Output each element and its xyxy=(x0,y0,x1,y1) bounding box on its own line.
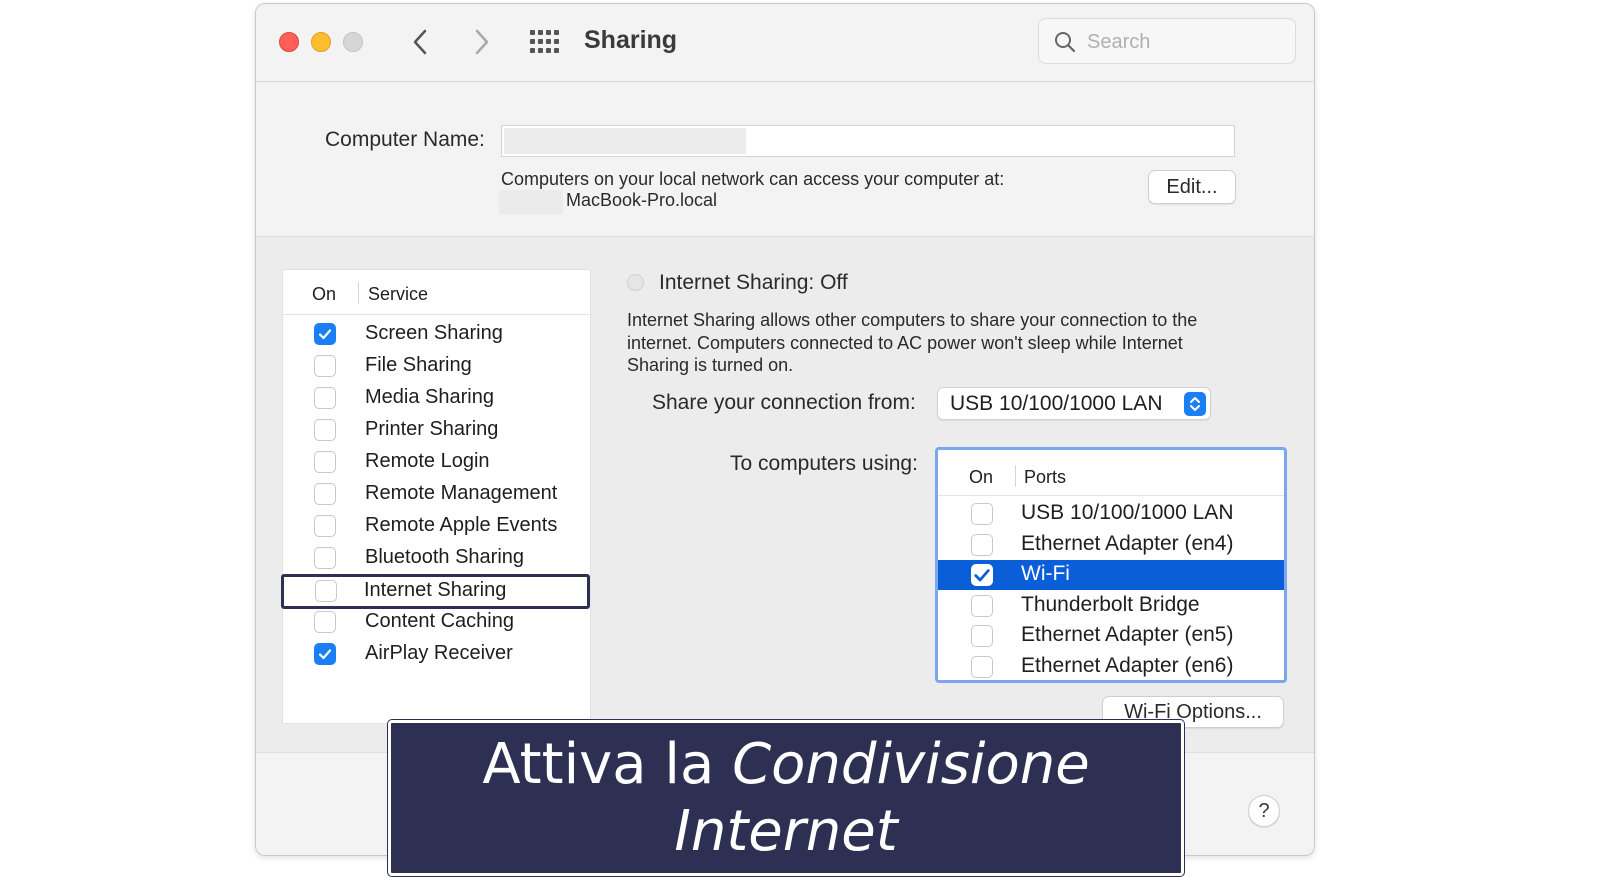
port-row-wi-fi[interactable]: Wi-Fi xyxy=(938,560,1284,590)
port-row-ethernet-adapter-en5[interactable]: Ethernet Adapter (en5) xyxy=(938,621,1284,651)
port-label: Thunderbolt Bridge xyxy=(1021,592,1200,616)
column-header-on[interactable]: On xyxy=(969,467,993,488)
port-row-thunderbolt-bridge[interactable]: Thunderbolt Bridge xyxy=(938,591,1284,621)
help-button[interactable]: ? xyxy=(1248,795,1280,827)
port-label: USB 10/100/1000 LAN xyxy=(1021,501,1234,524)
service-checkbox[interactable] xyxy=(314,515,336,537)
service-label: Remote Apple Events xyxy=(365,514,558,536)
service-label: Screen Sharing xyxy=(365,322,503,344)
port-checkbox[interactable] xyxy=(971,655,993,678)
port-checkbox[interactable] xyxy=(971,594,993,617)
service-label: AirPlay Receiver xyxy=(365,642,513,664)
service-checkbox[interactable] xyxy=(314,355,336,377)
service-checkbox[interactable] xyxy=(314,643,336,665)
search-input[interactable] xyxy=(1087,27,1282,57)
service-row-airplay-receiver[interactable]: AirPlay Receiver xyxy=(283,638,590,670)
service-label: Remote Login xyxy=(365,450,490,472)
service-row-remote-apple-events[interactable]: Remote Apple Events xyxy=(283,510,590,542)
to-computers-label: To computers using: xyxy=(730,452,918,475)
computer-name-field[interactable] xyxy=(501,125,1235,157)
internet-sharing-status: Internet Sharing: Off xyxy=(659,271,848,294)
service-row-printer-sharing[interactable]: Printer Sharing xyxy=(283,414,590,446)
service-checkbox[interactable] xyxy=(315,580,337,602)
service-checkbox[interactable] xyxy=(314,547,336,569)
port-label: Ethernet Adapter (en4) xyxy=(1021,531,1234,555)
minimize-window-button[interactable] xyxy=(311,32,331,52)
internet-sharing-description: Internet Sharing allows other computers … xyxy=(627,310,1198,375)
updown-chevron-icon xyxy=(1184,392,1206,416)
local-network-info: Computers on your local network can acce… xyxy=(501,169,1005,189)
service-label: Remote Management xyxy=(365,482,558,504)
column-divider xyxy=(358,282,359,304)
port-row-ethernet-adapter-en4[interactable]: Ethernet Adapter (en4) xyxy=(938,530,1284,560)
share-from-select[interactable]: USB 10/100/1000 LAN xyxy=(937,387,1211,420)
column-divider xyxy=(1015,465,1016,487)
ports-list-header: On Ports xyxy=(938,450,1284,496)
window-title: Sharing xyxy=(584,26,678,54)
port-row-ethernet-adapter-en6[interactable]: Ethernet Adapter (en6) xyxy=(938,652,1284,681)
share-from-value: USB 10/100/1000 LAN xyxy=(950,392,1163,415)
service-row-remote-management[interactable]: Remote Management xyxy=(283,478,590,510)
port-label: Ethernet Adapter (en6) xyxy=(1021,653,1234,677)
service-label: Media Sharing xyxy=(365,386,494,408)
computer-name-section: Computer Name: Computers on your local n… xyxy=(256,82,1314,237)
back-arrow-icon[interactable] xyxy=(408,26,434,58)
local-hostname: MacBook-Pro.local xyxy=(566,190,718,210)
search-icon xyxy=(1055,32,1076,53)
caption-line1-plain: Attiva la xyxy=(482,732,733,797)
column-header-service[interactable]: Service xyxy=(368,284,428,305)
caption-line2-italic: Internet xyxy=(674,799,898,864)
service-row-screen-sharing[interactable]: Screen Sharing xyxy=(283,318,590,350)
show-all-grid-icon[interactable] xyxy=(528,28,562,56)
service-row-internet-sharing[interactable]: Internet Sharing xyxy=(281,574,590,609)
search-field[interactable] xyxy=(1038,18,1296,64)
port-checkbox[interactable] xyxy=(971,564,993,586)
service-label: File Sharing xyxy=(365,354,472,376)
title-bar: Sharing xyxy=(256,4,1314,82)
service-checkbox[interactable] xyxy=(314,323,336,345)
service-row-bluetooth-sharing[interactable]: Bluetooth Sharing xyxy=(283,542,590,574)
edit-button[interactable]: Edit... xyxy=(1148,170,1236,204)
share-from-label: Share your connection from: xyxy=(652,391,916,414)
service-list: On Service Screen Sharing File Sharing Med… xyxy=(281,269,591,724)
caption-text: Attiva la Condivisione Internet xyxy=(482,731,1089,865)
service-row-media-sharing[interactable]: Media Sharing xyxy=(283,382,590,414)
service-checkbox[interactable] xyxy=(314,483,336,505)
port-checkbox[interactable] xyxy=(971,533,993,556)
column-header-ports[interactable]: Ports xyxy=(1024,467,1066,488)
service-checkbox[interactable] xyxy=(314,451,336,473)
computer-name-value xyxy=(504,128,746,154)
service-label: Content Caching xyxy=(365,610,514,632)
service-label: Printer Sharing xyxy=(365,418,499,440)
internet-sharing-status-indicator xyxy=(627,274,644,291)
service-checkbox[interactable] xyxy=(314,419,336,441)
service-label: Internet Sharing xyxy=(364,579,507,601)
port-row-usb-10-100-1000-lan[interactable]: USB 10/100/1000 LAN xyxy=(938,499,1284,529)
port-label: Wi-Fi xyxy=(1021,562,1070,585)
ports-list: On Ports USB 10/100/1000 LAN Ethernet Ada… xyxy=(935,447,1287,683)
port-checkbox[interactable] xyxy=(971,625,993,647)
close-window-button[interactable] xyxy=(279,32,299,52)
column-header-on[interactable]: On xyxy=(312,284,336,305)
port-label: Ethernet Adapter (en5) xyxy=(1021,623,1234,646)
computer-name-label: Computer Name: xyxy=(325,128,485,151)
forward-arrow-icon[interactable] xyxy=(468,26,494,58)
service-checkbox[interactable] xyxy=(314,387,336,409)
port-checkbox[interactable] xyxy=(971,503,993,525)
zoom-window-button[interactable] xyxy=(343,32,363,52)
service-checkbox[interactable] xyxy=(314,611,336,633)
caption-line1-italic: Condivisione xyxy=(732,732,1090,797)
service-row-content-caching[interactable]: Content Caching xyxy=(283,606,590,638)
service-list-header: On Service xyxy=(283,270,590,315)
hostname-redaction xyxy=(499,190,563,214)
service-row-remote-login[interactable]: Remote Login xyxy=(283,446,590,478)
service-row-file-sharing[interactable]: File Sharing xyxy=(283,350,590,382)
caption-banner: Attiva la Condivisione Internet xyxy=(388,720,1184,876)
service-label: Bluetooth Sharing xyxy=(365,546,525,568)
